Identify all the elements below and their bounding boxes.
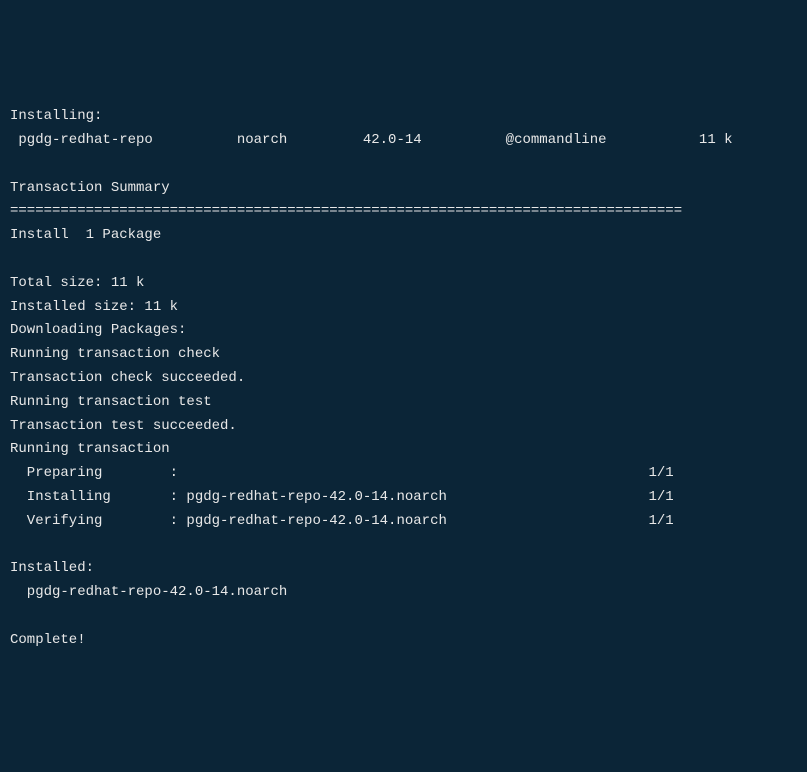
running-transaction-test: Running transaction test: [10, 394, 212, 410]
separator-line: ========================================…: [10, 203, 682, 219]
transaction-summary-header: Transaction Summary: [10, 180, 170, 196]
terminal-output: Installing: pgdg-redhat-repo noarch 42.0…: [10, 105, 797, 652]
installing-header: Installing:: [10, 108, 102, 124]
total-size: Total size: 11 k: [10, 275, 144, 291]
installed-package: pgdg-redhat-repo-42.0-14.noarch: [10, 584, 287, 600]
downloading-packages: Downloading Packages:: [10, 322, 186, 338]
transaction-test-succeeded: Transaction test succeeded.: [10, 418, 237, 434]
running-transaction: Running transaction: [10, 441, 170, 457]
verifying-step: Verifying : pgdg-redhat-repo-42.0-14.noa…: [10, 513, 674, 529]
install-count: Install 1 Package: [10, 227, 161, 243]
transaction-check-succeeded: Transaction check succeeded.: [10, 370, 245, 386]
package-row: pgdg-redhat-repo noarch 42.0-14 @command…: [10, 132, 733, 148]
running-transaction-check: Running transaction check: [10, 346, 220, 362]
installed-size: Installed size: 11 k: [10, 299, 178, 315]
installing-step: Installing : pgdg-redhat-repo-42.0-14.no…: [10, 489, 674, 505]
preparing-step: Preparing : 1/1: [10, 465, 674, 481]
complete-message: Complete!: [10, 632, 86, 648]
installed-header: Installed:: [10, 560, 94, 576]
